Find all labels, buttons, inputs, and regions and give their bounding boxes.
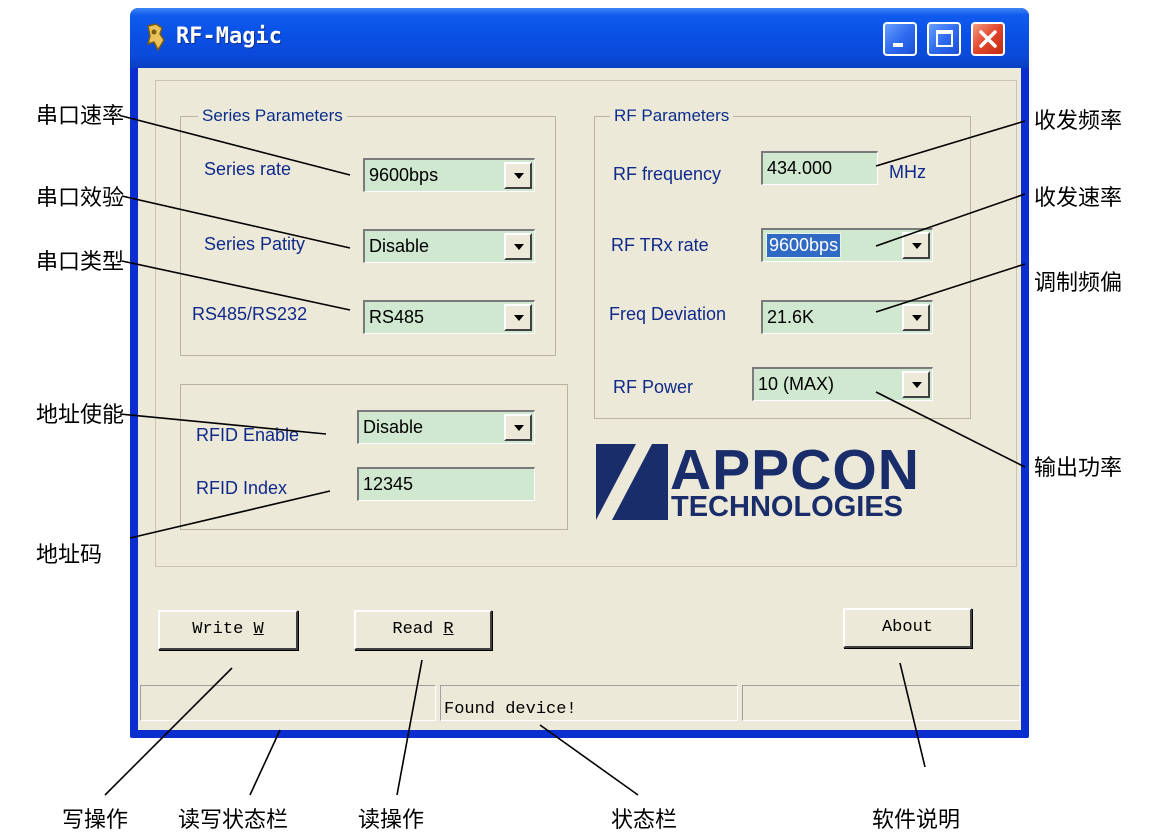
annotation-series-type: 串口类型 xyxy=(36,250,125,275)
annotation-series-rate: 串口速率 xyxy=(36,104,125,129)
annotation-status-bar: 状态栏 xyxy=(611,808,678,833)
annotation-rf-power: 输出功率 xyxy=(1034,456,1123,481)
annotation-rfid-enable: 地址使能 xyxy=(36,403,125,428)
annotation-rf-frequency: 收发频率 xyxy=(1034,109,1123,134)
annotation-lines xyxy=(104,115,1026,796)
annotation-series-parity: 串口效验 xyxy=(36,186,125,211)
annotation-rw-status: 读写状态栏 xyxy=(178,808,289,833)
annotation-rf-trx-rate: 收发速率 xyxy=(1034,186,1123,211)
annotation-read-op: 读操作 xyxy=(358,808,425,833)
annotation-rfid-index: 地址码 xyxy=(36,543,103,568)
annotation-write-op: 写操作 xyxy=(62,808,129,833)
annotation-about: 软件说明 xyxy=(872,808,961,833)
annotation-freq-deviation: 调制频偏 xyxy=(1034,271,1123,296)
